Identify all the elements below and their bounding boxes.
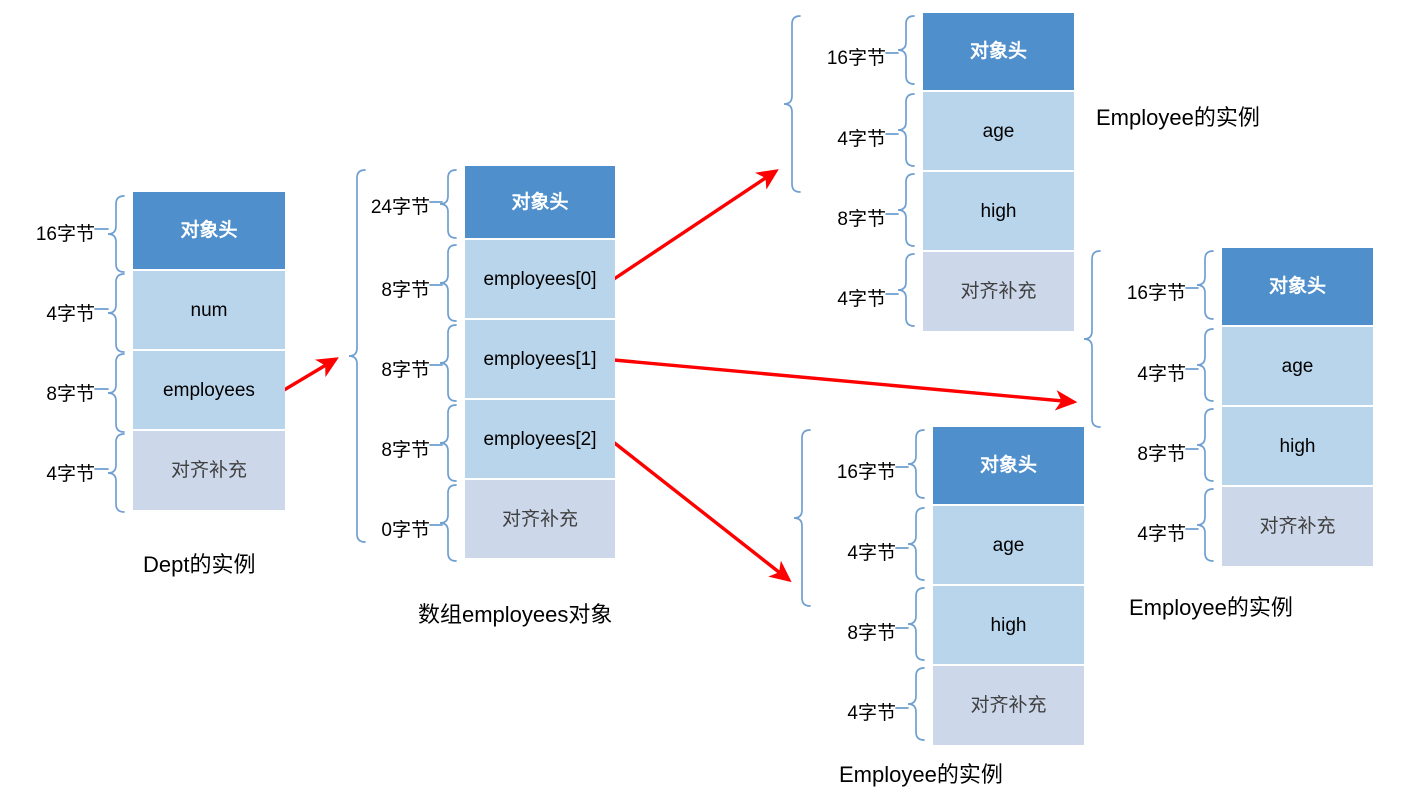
size-label-emp-top-padding: 4字节	[837, 289, 886, 310]
row-high: high	[923, 170, 1074, 250]
row-object-header: 对象头	[1222, 248, 1373, 325]
size-label-dept-padding: 4字节	[46, 464, 95, 485]
row-employees: employees	[133, 349, 285, 429]
row-label: 对象头	[180, 220, 238, 241]
row-age: age	[933, 504, 1084, 584]
row-label: num	[190, 299, 228, 321]
block-employee-top: 对象头 age high 对齐补充	[923, 13, 1074, 331]
arrow-idx1-to-right	[613, 358, 1078, 411]
row-high: high	[933, 584, 1084, 664]
diagram-canvas: 对象头 num employees 对齐补充 16字节 4字节 8字节 4字节 …	[0, 0, 1403, 792]
size-label-array-padding: 0字节	[381, 520, 430, 541]
row-label: 对齐补充	[170, 460, 247, 481]
block-dept: 对象头 num employees 对齐补充	[133, 192, 285, 510]
row-label: age	[1281, 355, 1314, 377]
row-num: num	[133, 269, 285, 349]
row-alignment-padding: 对齐补充	[465, 478, 615, 558]
size-label-emp-right-header: 16字节	[1126, 283, 1186, 304]
size-label-emp-top-age: 4字节	[837, 129, 886, 150]
arrow-idx0-to-top	[610, 169, 779, 283]
row-label: age	[982, 120, 1015, 142]
row-high: high	[1222, 405, 1373, 485]
row-label: 对象头	[979, 455, 1037, 476]
row-label: 对齐补充	[1259, 516, 1336, 537]
block-employee-right: 对象头 age high 对齐补充	[1222, 248, 1373, 566]
size-label-emp-bottom-high: 8字节	[847, 623, 896, 644]
row-alignment-padding: 对齐补充	[133, 429, 285, 510]
row-alignment-padding: 对齐补充	[1222, 485, 1373, 566]
size-label-emp-top-high: 8字节	[837, 209, 886, 230]
caption-employee-top: Employee的实例	[1096, 105, 1260, 130]
row-label: 对齐补充	[970, 695, 1047, 716]
row-label: age	[992, 534, 1025, 556]
caption-employee-bottom: Employee的实例	[839, 762, 1003, 787]
row-employees-0: employees[0]	[465, 238, 615, 318]
arrow-idx2-to-bottom	[610, 439, 792, 583]
row-label: 对象头	[969, 41, 1027, 62]
row-object-header: 对象头	[923, 13, 1074, 90]
row-label: 对齐补充	[501, 508, 578, 530]
size-label-emp-right-padding: 4字节	[1137, 524, 1186, 545]
block-employees-array: 对象头 employees[0] employees[1] employees[…	[465, 166, 615, 558]
caption-dept: Dept的实例	[143, 552, 256, 577]
caption-employees-array: 数组employees对象	[418, 602, 613, 627]
row-age: age	[1222, 325, 1373, 405]
row-label: employees[1]	[483, 348, 597, 370]
block-employee-bottom: 对象头 age high 对齐补充	[933, 427, 1084, 745]
row-label: high	[1279, 435, 1316, 457]
row-label: high	[990, 614, 1027, 636]
size-label-emp-bottom-age: 4字节	[847, 543, 896, 564]
row-alignment-padding: 对齐补充	[933, 664, 1084, 745]
row-label: 对象头	[511, 191, 569, 213]
row-label: employees[2]	[483, 428, 597, 450]
row-age: age	[923, 90, 1074, 170]
size-label-emp-bottom-padding: 4字节	[847, 703, 896, 724]
size-label-dept-header: 16字节	[35, 224, 95, 245]
row-label: 对象头	[1268, 276, 1326, 297]
row-alignment-padding: 对齐补充	[923, 250, 1074, 331]
row-object-header: 对象头	[465, 166, 615, 238]
row-object-header: 对象头	[933, 427, 1084, 504]
size-label-emp-right-age: 4字节	[1137, 364, 1186, 385]
size-label-array-header: 24字节	[370, 197, 430, 218]
size-label-emp-top-header: 16字节	[826, 48, 886, 69]
row-label: employees[0]	[483, 268, 597, 290]
size-label-array-0: 8字节	[381, 280, 430, 301]
row-employees-2: employees[2]	[465, 398, 615, 478]
row-label: employees	[163, 379, 255, 401]
size-label-emp-right-high: 8字节	[1137, 444, 1186, 465]
size-label-array-1: 8字节	[381, 360, 430, 381]
row-label: high	[980, 200, 1017, 222]
caption-employee-right: Employee的实例	[1129, 595, 1293, 620]
size-label-dept-num: 4字节	[46, 304, 95, 325]
size-label-dept-employees: 8字节	[46, 384, 95, 405]
row-employees-1: employees[1]	[465, 318, 615, 398]
row-object-header: 对象头	[133, 192, 285, 269]
size-label-emp-bottom-header: 16字节	[836, 462, 896, 483]
row-label: 对齐补充	[960, 281, 1037, 302]
size-label-array-2: 8字节	[381, 440, 430, 461]
